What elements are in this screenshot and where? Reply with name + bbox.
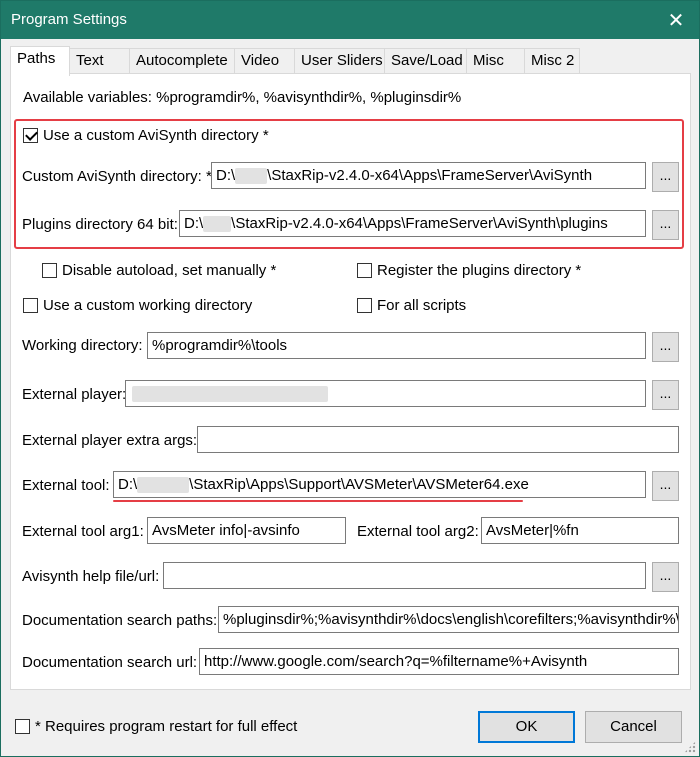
use-custom-working-checkbox[interactable]: [23, 298, 38, 313]
plugins-dir-suffix: \StaxRip-v2.4.0-x64\Apps\FrameServer\Avi…: [231, 215, 608, 232]
close-icon[interactable]: ✕: [653, 1, 699, 39]
program-settings-window: Program Settings ✕ Paths Text Autocomple…: [0, 0, 700, 757]
tool-arg2-input[interactable]: AvsMeter|%fn: [481, 517, 679, 544]
help-file-input[interactable]: [163, 562, 646, 589]
plugins-dir-input[interactable]: D:\ \StaxRip-v2.4.0-x64\Apps\FrameServer\…: [179, 210, 646, 237]
window-title: Program Settings: [11, 11, 127, 28]
ok-button[interactable]: OK: [478, 711, 575, 743]
custom-avisynth-dir-label: Custom AviSynth directory: *: [22, 168, 212, 185]
for-all-scripts-label: For all scripts: [377, 297, 467, 314]
browse-external-player-button[interactable]: ...: [652, 380, 679, 410]
highlight-underline: [113, 500, 523, 502]
tab-misc-2[interactable]: Misc 2: [524, 48, 580, 74]
disable-autoload-checkbox[interactable]: [42, 263, 57, 278]
tab-save-load[interactable]: Save/Load: [384, 48, 467, 74]
custom-avisynth-dir-input[interactable]: D:\ \StaxRip-v2.4.0-x64\Apps\FrameServer\…: [211, 162, 646, 189]
external-tool-input[interactable]: D:\ \StaxRip\Apps\Support\AVSMeter\AVSMet…: [113, 471, 646, 498]
custom-avisynth-dir-suffix: \StaxRip-v2.4.0-x64\Apps\FrameServer\Avi…: [267, 167, 593, 184]
resize-grip-icon[interactable]: [684, 741, 696, 753]
browse-avisynth-dir-button[interactable]: ...: [652, 162, 679, 192]
working-dir-label: Working directory:: [22, 337, 143, 354]
external-player-label: External player:: [22, 386, 127, 403]
redacted-segment: [132, 386, 328, 403]
tab-paths[interactable]: Paths: [10, 46, 70, 76]
plugins-dir-label: Plugins directory 64 bit:: [22, 216, 178, 233]
cancel-button[interactable]: Cancel: [585, 711, 682, 743]
use-custom-avisynth-label: Use a custom AviSynth directory *: [43, 127, 269, 144]
tab-text[interactable]: Text: [69, 48, 130, 74]
use-custom-working-label: Use a custom working directory: [43, 297, 253, 314]
for-all-scripts-checkbox[interactable]: [357, 298, 372, 313]
working-dir-input[interactable]: %programdir%\tools: [147, 332, 646, 359]
external-tool-prefix: D:\: [118, 476, 138, 493]
tab-autocomplete[interactable]: Autocomplete: [129, 48, 235, 74]
doc-search-url-input[interactable]: http://www.google.com/search?q=%filterna…: [199, 648, 679, 675]
redacted-segment: [203, 216, 232, 233]
help-file-label: Avisynth help file/url:: [22, 568, 160, 585]
tab-misc[interactable]: Misc: [466, 48, 525, 74]
browse-plugins-dir-button[interactable]: ...: [652, 210, 679, 240]
tab-video[interactable]: Video: [234, 48, 295, 74]
tab-user-sliders[interactable]: User Sliders: [294, 48, 385, 74]
doc-search-url-label: Documentation search url:: [22, 654, 198, 671]
register-plugins-checkbox[interactable]: [357, 263, 372, 278]
restart-note-label: * Requires program restart for full effe…: [35, 718, 298, 735]
tool-arg1-label: External tool arg1:: [22, 523, 144, 540]
doc-search-paths-input[interactable]: %pluginsdir%;%avisynthdir%\docs\english\…: [218, 606, 679, 633]
use-custom-avisynth-checkbox[interactable]: [23, 128, 38, 143]
available-variables-text: Available variables: %programdir%, %avis…: [23, 89, 462, 106]
tool-arg2-label: External tool arg2:: [357, 523, 479, 540]
redacted-segment: [137, 477, 190, 494]
browse-help-file-button[interactable]: ...: [652, 562, 679, 592]
external-player-extra-label: External player extra args:: [22, 432, 198, 449]
external-player-input[interactable]: [125, 380, 646, 407]
external-tool-suffix: \StaxRip\Apps\Support\AVSMeter\AVSMeter6…: [189, 476, 529, 493]
register-plugins-label: Register the plugins directory *: [377, 262, 582, 279]
tool-arg1-input[interactable]: AvsMeter info|-avsinfo: [147, 517, 346, 544]
external-player-extra-input[interactable]: [197, 426, 679, 453]
plugins-dir-prefix: D:\: [184, 215, 204, 232]
doc-search-paths-label: Documentation search paths:: [22, 612, 218, 629]
restart-note-checkbox[interactable]: [15, 719, 30, 734]
disable-autoload-label: Disable autoload, set manually *: [62, 262, 277, 279]
browse-working-dir-button[interactable]: ...: [652, 332, 679, 362]
custom-avisynth-dir-prefix: D:\: [216, 167, 236, 184]
redacted-segment: [235, 168, 268, 185]
external-tool-label: External tool:: [22, 477, 110, 494]
browse-external-tool-button[interactable]: ...: [652, 471, 679, 501]
title-bar: Program Settings ✕: [1, 1, 699, 39]
